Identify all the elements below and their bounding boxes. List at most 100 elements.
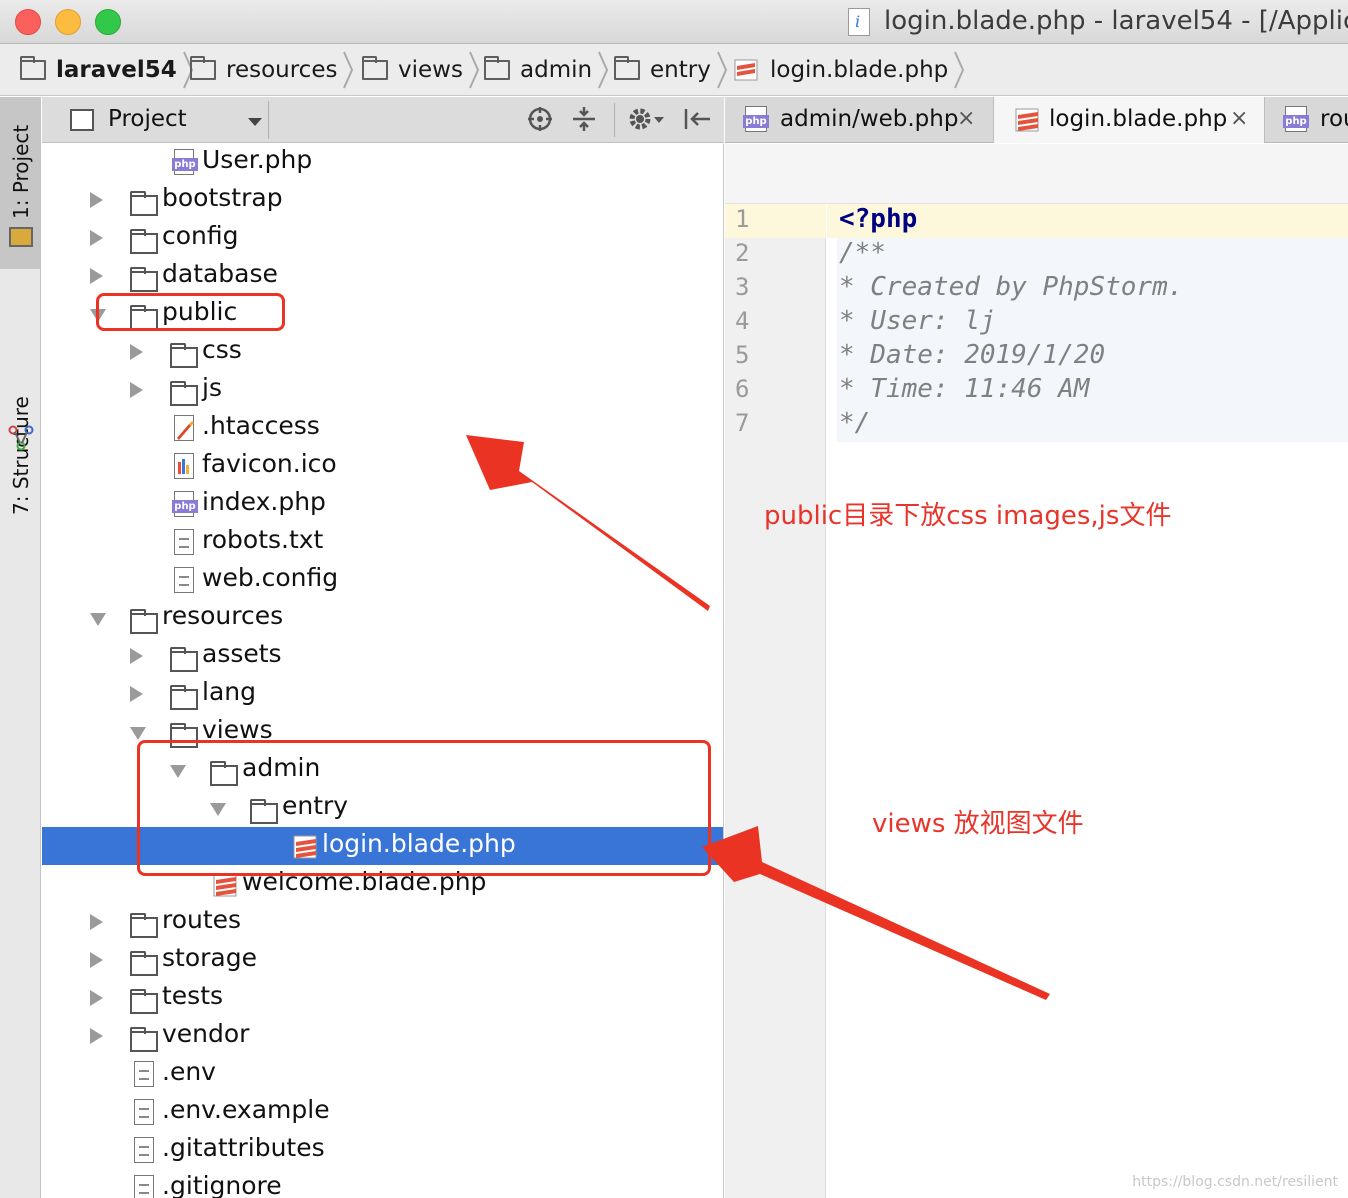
- tree-item-label: routes: [162, 905, 242, 934]
- project-view-selector[interactable]: Project: [50, 97, 268, 143]
- chevron-down-icon: [248, 118, 262, 126]
- collapsed-arrow-icon[interactable]: [130, 382, 143, 398]
- structure-tab-label[interactable]: 7: Structure: [9, 396, 33, 515]
- collapsed-arrow-icon[interactable]: [90, 268, 103, 284]
- tree-folder-row[interactable]: css: [42, 333, 723, 371]
- folder-icon: [362, 56, 388, 80]
- window-title: login.blade.php - laravel54 - [/Applicat: [884, 6, 1348, 36]
- tree-item-label: .gitignore: [162, 1171, 282, 1198]
- collapsed-arrow-icon[interactable]: [90, 1028, 103, 1044]
- collapsed-arrow-icon[interactable]: [130, 648, 143, 664]
- folder-icon: [130, 191, 158, 216]
- collapsed-arrow-icon[interactable]: [130, 686, 143, 702]
- blade-file-icon: [212, 871, 240, 905]
- line-number: 4: [735, 307, 750, 335]
- breadcrumb: laravel54 resources views admin entry login.b…: [0, 44, 1348, 96]
- php-file-icon: php: [172, 491, 198, 517]
- tree-file-row[interactable]: .gitignore: [42, 1169, 723, 1198]
- tree-item-label: favicon.ico: [202, 449, 337, 478]
- tree-folder-row[interactable]: js: [42, 371, 723, 409]
- tree-folder-row[interactable]: storage: [42, 941, 723, 979]
- tree-file-row[interactable]: .htaccess: [42, 409, 723, 447]
- collapsed-arrow-icon[interactable]: [90, 952, 103, 968]
- tree-item-label: config: [162, 221, 239, 250]
- editor-tab[interactable]: login.blade.php ×: [993, 97, 1265, 143]
- php-badge: php: [172, 500, 198, 513]
- collapsed-arrow-icon[interactable]: [90, 990, 103, 1006]
- close-tab-icon[interactable]: ×: [957, 106, 975, 131]
- breadcrumb-item[interactable]: login.blade.php: [734, 44, 965, 96]
- tree-folder-row[interactable]: config: [42, 219, 723, 257]
- line-number: 2: [735, 239, 750, 267]
- close-tab-icon[interactable]: ×: [1230, 106, 1248, 131]
- breadcrumb-item[interactable]: resources: [190, 44, 354, 96]
- breadcrumb-item[interactable]: entry: [614, 44, 727, 96]
- php-file-icon: php: [743, 106, 769, 132]
- project-panel-header: Project: [42, 97, 724, 143]
- editor-tab[interactable]: phprou: [1265, 97, 1348, 143]
- tree-item-label: lang: [202, 677, 256, 706]
- tree-item-label: .env.example: [162, 1095, 330, 1124]
- close-window-button[interactable]: [15, 9, 41, 35]
- breadcrumb-item[interactable]: admin: [484, 44, 609, 96]
- text-file-icon: [134, 1061, 154, 1087]
- breadcrumb-item[interactable]: views: [362, 44, 480, 96]
- tree-file-row[interactable]: .gitattributes: [42, 1131, 723, 1169]
- project-tab-label: 1: Project: [9, 124, 33, 219]
- tree-folder-row[interactable]: lang: [42, 675, 723, 713]
- collapse-icon[interactable]: [570, 105, 598, 133]
- editor-tab[interactable]: php admin/web.php ×: [725, 97, 993, 143]
- collapsed-arrow-icon[interactable]: [90, 914, 103, 930]
- locate-icon[interactable]: [526, 105, 554, 133]
- minimize-window-button[interactable]: [55, 9, 81, 35]
- tree-file-row[interactable]: php User.php: [42, 144, 723, 181]
- tree-file-row[interactable]: web.config: [42, 561, 723, 599]
- hide-icon[interactable]: [682, 105, 712, 133]
- project-panel-title: Project: [108, 106, 187, 132]
- tree-item-label: bootstrap: [162, 183, 283, 212]
- tree-folder-row[interactable]: database: [42, 257, 723, 295]
- line-number: 1: [735, 205, 750, 233]
- folder-icon: [614, 56, 640, 80]
- chevron-right-icon: [343, 51, 354, 89]
- project-tool-tab[interactable]: 1: Project: [0, 97, 40, 269]
- chevron-right-icon: [716, 51, 727, 89]
- zoom-window-button[interactable]: [95, 9, 121, 35]
- collapsed-arrow-icon[interactable]: [90, 230, 103, 246]
- folder-icon: [130, 951, 158, 976]
- project-folder-icon: [9, 227, 33, 247]
- folder-icon: [190, 56, 216, 80]
- tree-folder-row[interactable]: resources: [42, 599, 723, 637]
- tree-file-row[interactable]: .env: [42, 1055, 723, 1093]
- collapsed-arrow-icon[interactable]: [130, 344, 143, 360]
- tree-file-row[interactable]: .env.example: [42, 1093, 723, 1131]
- collapsed-arrow-icon[interactable]: [90, 192, 103, 208]
- folder-icon: [130, 989, 158, 1014]
- text-lines: [179, 538, 189, 548]
- expanded-arrow-icon[interactable]: [90, 613, 106, 626]
- tree-folder-row[interactable]: routes: [42, 903, 723, 941]
- document-icon: i: [848, 8, 870, 36]
- tree-folder-row[interactable]: tests: [42, 979, 723, 1017]
- tree-file-row[interactable]: robots.txt: [42, 523, 723, 561]
- tree-file-row[interactable]: favicon.ico: [42, 447, 723, 485]
- text-file-icon: [174, 529, 194, 555]
- tree-item-label: .htaccess: [202, 411, 320, 440]
- header-divider: [268, 101, 269, 139]
- code-line: */: [839, 408, 871, 438]
- text-lines: [139, 1146, 149, 1156]
- breadcrumb-item[interactable]: laravel54: [20, 44, 193, 96]
- gear-icon[interactable]: [626, 105, 666, 133]
- code-editor[interactable]: <?php /** * Created by PhpStorm. * User: …: [827, 204, 1348, 1198]
- tree-folder-row[interactable]: vendor: [42, 1017, 723, 1055]
- tree-folder-row[interactable]: assets: [42, 637, 723, 675]
- tree-item-label: resources: [162, 601, 284, 630]
- tree-item-label: User.php: [202, 145, 313, 174]
- folder-icon: [130, 609, 158, 634]
- folder-icon: [170, 381, 198, 406]
- tree-folder-row[interactable]: bootstrap: [42, 181, 723, 219]
- tree-item-label: vendor: [162, 1019, 250, 1048]
- expanded-arrow-icon[interactable]: [130, 727, 146, 740]
- public-highlight-box: [96, 293, 285, 331]
- tree-file-row[interactable]: php index.php: [42, 485, 723, 523]
